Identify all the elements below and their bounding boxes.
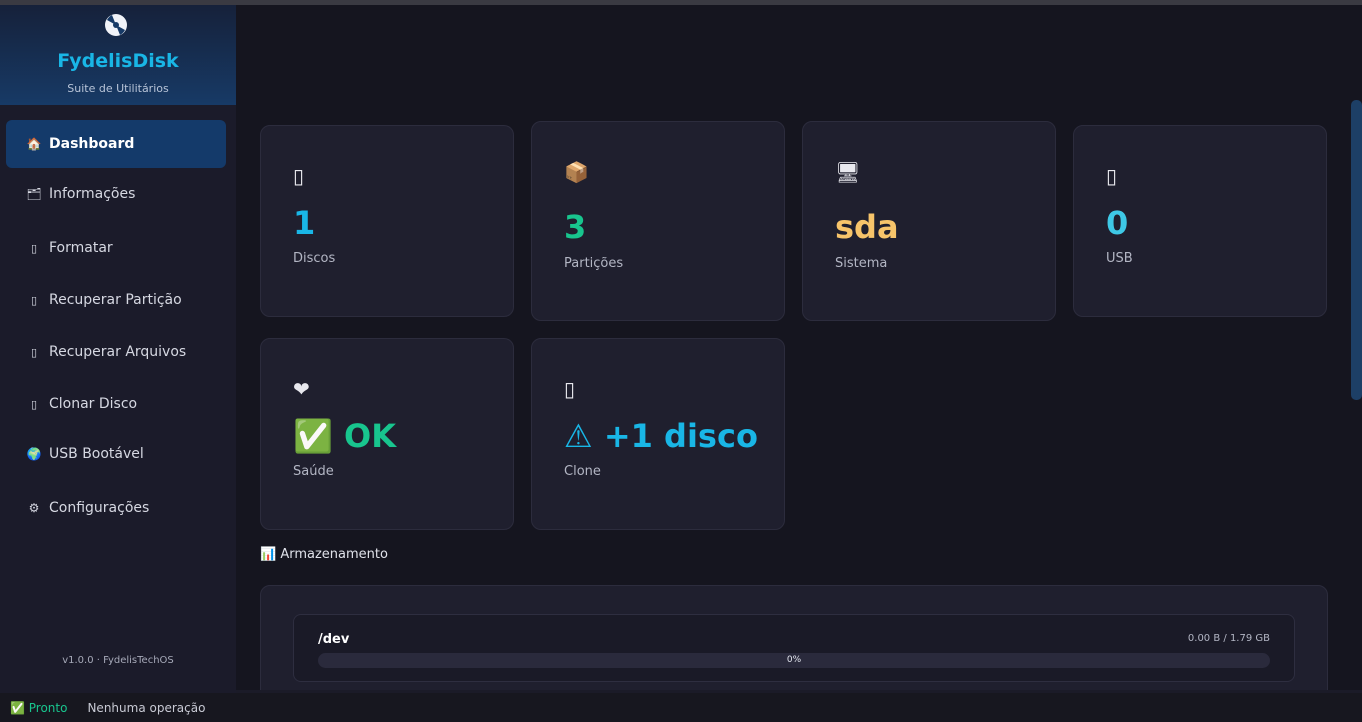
status-operation: Nenhuma operação <box>87 700 206 715</box>
mount-point: /dev <box>318 632 350 647</box>
clone-icon: ▯ <box>30 397 38 411</box>
sidebar-item-label: USB Bootável <box>49 446 144 462</box>
sidebar-item-recuperar-arquivos[interactable]: ▯ Recuperar Arquivos <box>6 328 226 376</box>
sidebar-item-clonar-disco[interactable]: ▯ Clonar Disco <box>6 380 226 428</box>
file-recovery-icon: ▯ <box>30 345 38 359</box>
sidebar-item-informacoes[interactable]: 🗂 Informações <box>6 170 226 218</box>
sidebar-item-recuperar-particao[interactable]: ▯ Recuperar Partição <box>6 276 226 324</box>
stat-card-usb: ▯ 0 USB <box>1073 125 1327 317</box>
stat-value: sda <box>835 208 899 246</box>
sidebar-item-label: Recuperar Arquivos <box>49 344 187 360</box>
sidebar-item-label: Dashboard <box>49 136 135 152</box>
format-icon: ▯ <box>30 241 38 255</box>
status-state: ✅ Pronto <box>10 700 68 715</box>
globe-icon: 🌍 <box>26 447 42 461</box>
usage-progress-bar: 0% <box>318 653 1270 668</box>
stat-value: 0 <box>1106 204 1129 242</box>
gear-icon: ⚙ <box>28 501 40 515</box>
computer-icon: 🖥 <box>835 160 861 184</box>
stat-value: 1 <box>293 204 316 242</box>
usage-percent: 0% <box>786 655 802 665</box>
status-bar: ✅ Pronto Nenhuma operação <box>0 693 1362 722</box>
stat-label: Clone <box>564 464 601 479</box>
stat-label: Discos <box>293 251 336 266</box>
stat-value: 3 <box>564 208 587 246</box>
stat-value: ✅ OK <box>293 417 396 455</box>
stat-label: USB <box>1106 251 1133 266</box>
storage-panel: /dev 0.00 B / 1.79 GB 0% <box>260 585 1328 705</box>
disc-icon <box>105 14 127 36</box>
storage-usage: 0.00 B / 1.79 GB <box>1187 633 1270 644</box>
sidebar-item-label: Clonar Disco <box>49 396 138 412</box>
sidebar-item-usb-bootavel[interactable]: 🌍 USB Bootável <box>6 430 226 478</box>
sidebar-item-label: Recuperar Partição <box>49 292 182 308</box>
stat-card-saude: ❤ ✅ OK Saúde <box>260 338 514 530</box>
stat-card-particoes: 📦 3 Partições <box>531 121 785 321</box>
usb-icon: ▯ <box>1106 164 1118 188</box>
stat-card-sistema: 🖥 sda Sistema <box>802 121 1056 321</box>
folder-icon: 🗂 <box>26 187 42 201</box>
stat-label: Saúde <box>293 464 334 479</box>
stat-value: ⚠ +1 disco <box>564 417 758 455</box>
sidebar-item-configuracoes[interactable]: ⚙ Configurações <box>6 484 226 532</box>
sidebar-item-formatar[interactable]: ▯ Formatar <box>6 224 226 272</box>
clone-disk-icon: ▯ <box>564 377 576 401</box>
sidebar-item-label: Informações <box>49 186 136 202</box>
home-icon: 🏠 <box>26 137 42 151</box>
brand-header: FydelisDisk Suite de Utilitários <box>0 5 236 105</box>
stat-label: Sistema <box>835 256 888 271</box>
storage-item: /dev 0.00 B / 1.79 GB 0% <box>293 614 1295 682</box>
stat-card-clone: ▯ ⚠ +1 disco Clone <box>531 338 785 530</box>
sidebar: FydelisDisk Suite de Utilitários 🏠 Dashb… <box>0 5 236 693</box>
storage-section-title: 📊 Armazenamento <box>260 547 388 562</box>
disk-icon: ▯ <box>293 164 305 188</box>
stat-card-discos: ▯ 1 Discos <box>260 125 514 317</box>
app-title: FydelisDisk <box>57 50 179 72</box>
heart-icon: ❤ <box>293 377 310 401</box>
app-subtitle: Suite de Utilitários <box>67 82 169 95</box>
stat-label: Partições <box>564 256 624 271</box>
sidebar-item-label: Configurações <box>49 500 150 516</box>
package-icon: 📦 <box>564 160 589 184</box>
main-scrollbar[interactable] <box>1351 100 1362 400</box>
partition-recovery-icon: ▯ <box>30 293 38 307</box>
version-label: v1.0.0 · FydelisTechOS <box>62 655 174 666</box>
sidebar-item-dashboard[interactable]: 🏠 Dashboard <box>6 120 226 168</box>
sidebar-item-label: Formatar <box>49 240 113 256</box>
